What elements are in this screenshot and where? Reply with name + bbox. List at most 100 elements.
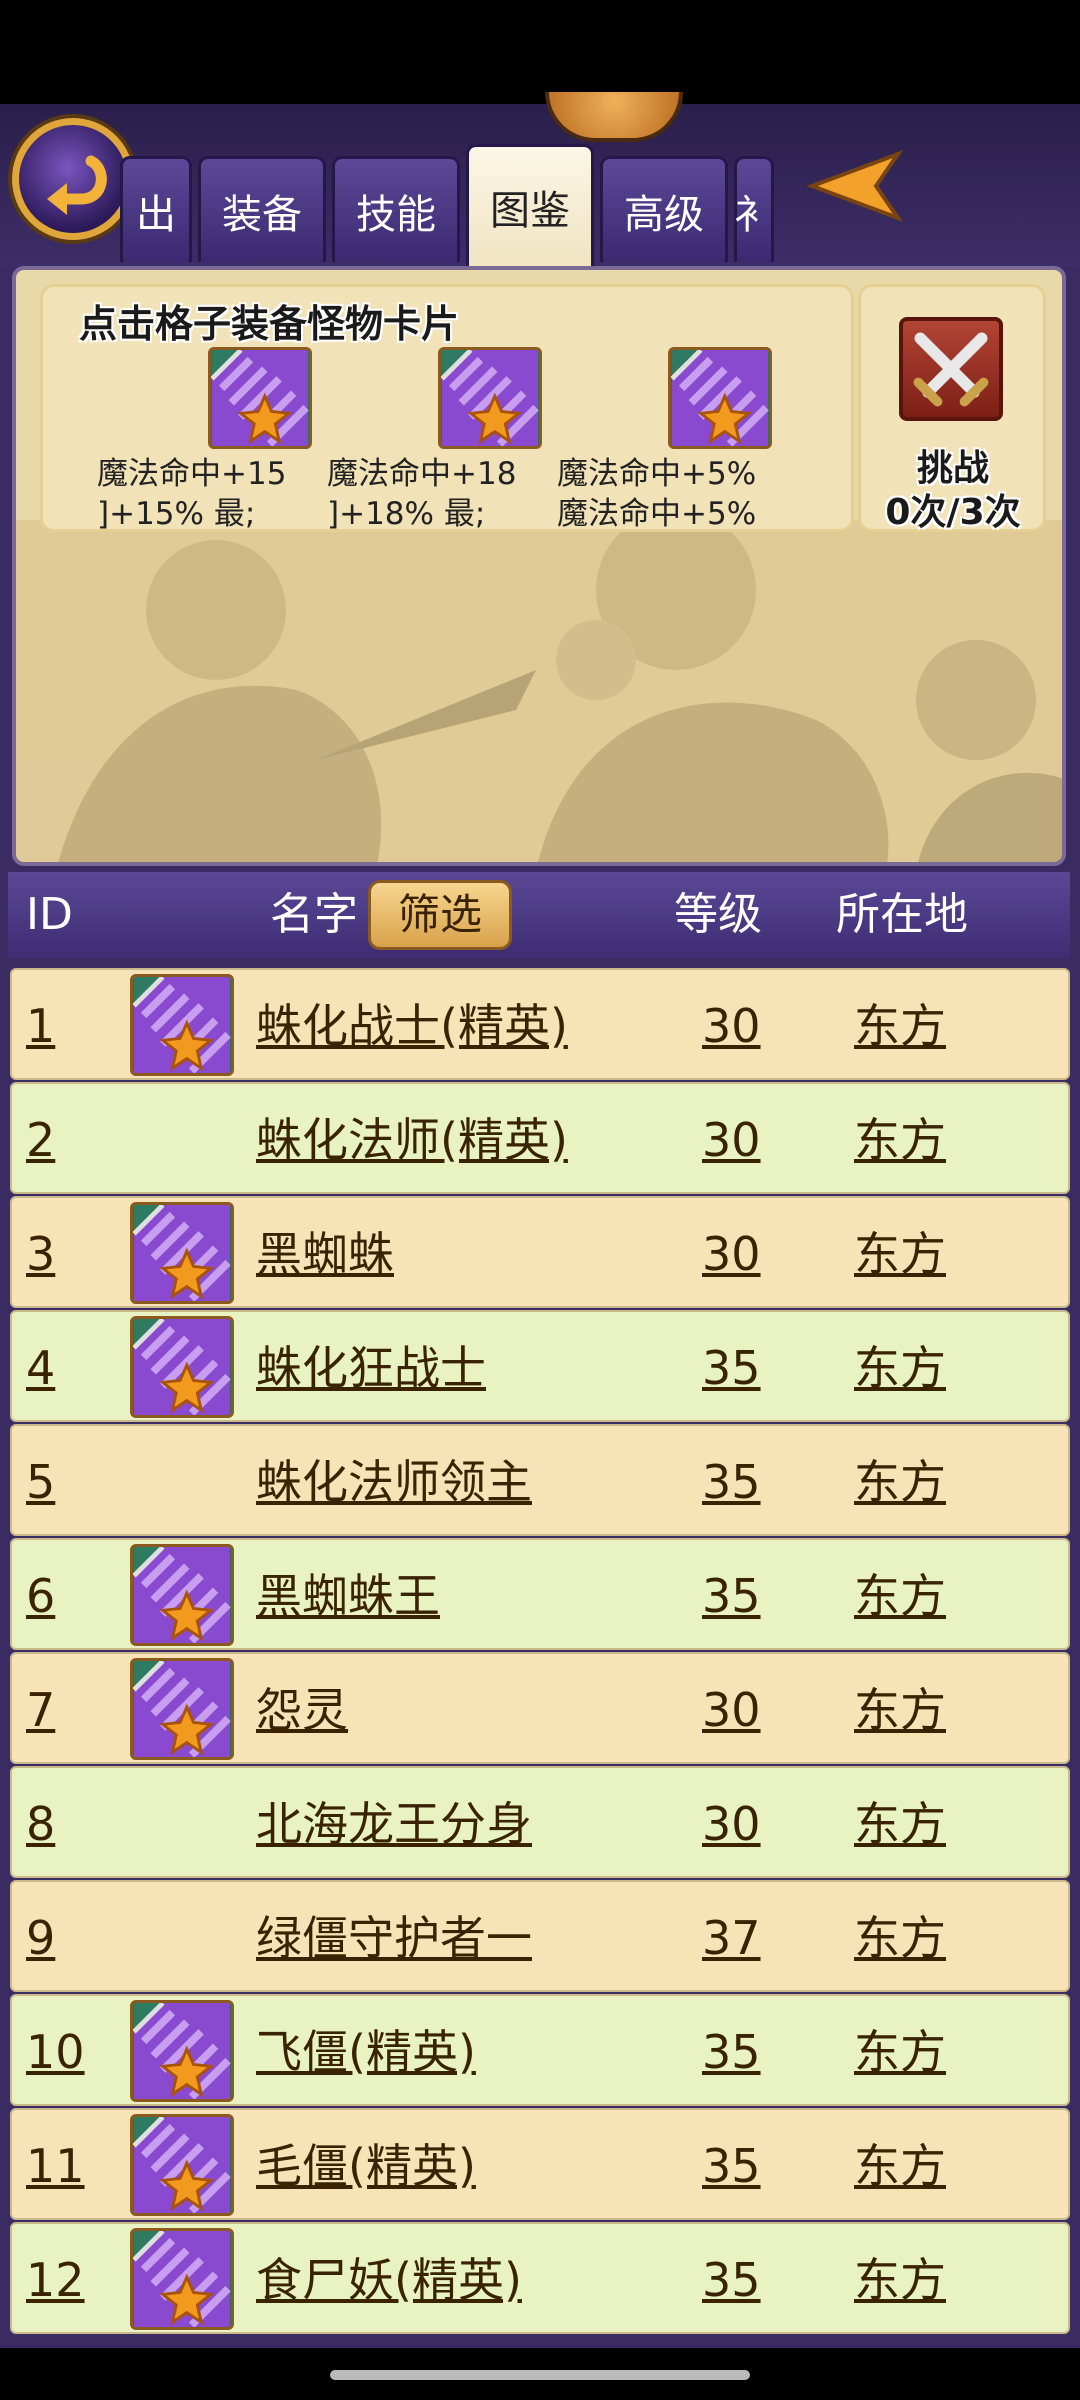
row-id[interactable]: 12 xyxy=(26,2224,85,2336)
row-name[interactable]: 蛛化战士(精英) xyxy=(256,970,568,1082)
monster-card-icon[interactable] xyxy=(130,1202,234,1304)
row-id[interactable]: 7 xyxy=(26,1654,55,1766)
table-row[interactable]: 12 食尸妖(精英) 35 东方 xyxy=(10,2222,1070,2334)
tab-1[interactable]: 装备 xyxy=(198,156,326,262)
row-name[interactable]: 食尸妖(精英) xyxy=(256,2224,522,2336)
row-id[interactable]: 3 xyxy=(26,1198,55,1310)
row-level[interactable]: 35 xyxy=(702,1312,761,1424)
row-level[interactable]: 35 xyxy=(702,2224,761,2336)
monster-card-icon xyxy=(438,347,542,449)
table-row[interactable]: 6 黑蜘蛛王 35 东方 xyxy=(10,1538,1070,1650)
monster-card-icon[interactable] xyxy=(130,974,234,1076)
row-level[interactable]: 30 xyxy=(702,1198,761,1310)
table-row[interactable]: 11 毛僵(精英) 35 东方 xyxy=(10,2108,1070,2220)
row-name[interactable]: 蛛化法师(精英) xyxy=(256,1084,568,1196)
header-id: ID xyxy=(26,889,73,940)
row-level[interactable]: 30 xyxy=(702,1768,761,1880)
row-name[interactable]: 蛛化法师领主 xyxy=(256,1426,532,1538)
row-location[interactable]: 东方 xyxy=(854,1768,946,1880)
row-name[interactable]: 绿僵守护者一 xyxy=(256,1882,532,1994)
row-location[interactable]: 东方 xyxy=(854,1084,946,1196)
row-id[interactable]: 4 xyxy=(26,1312,55,1424)
row-level[interactable]: 30 xyxy=(702,1654,761,1766)
challenge-count: 0次/3次 xyxy=(885,492,1021,533)
header-level: 等级 xyxy=(674,889,762,940)
row-location[interactable]: 东方 xyxy=(854,1882,946,1994)
arrow-left-icon[interactable] xyxy=(806,146,906,226)
monster-card-icon[interactable] xyxy=(130,1658,234,1760)
row-location[interactable]: 东方 xyxy=(854,1312,946,1424)
row-location[interactable]: 东方 xyxy=(854,1996,946,2108)
card-stat-line1: 魔法命中+5% xyxy=(557,456,757,492)
back-arrow-icon xyxy=(47,155,107,215)
row-id[interactable]: 1 xyxy=(26,970,55,1082)
table-header: ID 名字 筛选 等级 所在地 xyxy=(8,872,1070,958)
card-slots-box: 点击格子装备怪物卡片 魔法命中+15]+15% 最; 魔法命中+18]+18% 最… xyxy=(40,284,854,532)
tab-0[interactable]: 出 xyxy=(120,156,192,262)
tab-2[interactable]: 技能 xyxy=(332,156,460,262)
row-name[interactable]: 飞僵(精英) xyxy=(256,1996,476,2108)
monster-card-icon[interactable] xyxy=(130,1544,234,1646)
row-id[interactable]: 10 xyxy=(26,1996,85,2108)
table-row[interactable]: 5 蛛化法师领主 35 东方 xyxy=(10,1424,1070,1536)
table-row[interactable]: 9 绿僵守护者一 37 东方 xyxy=(10,1880,1070,1992)
row-level[interactable]: 35 xyxy=(702,2110,761,2222)
row-id[interactable]: 9 xyxy=(26,1882,55,1994)
row-name[interactable]: 北海龙王分身 xyxy=(256,1768,532,1880)
table-row[interactable]: 7 怨灵 30 东方 xyxy=(10,1652,1070,1764)
row-level[interactable]: 35 xyxy=(702,1426,761,1538)
card-hint-text: 点击格子装备怪物卡片 xyxy=(79,302,460,346)
monster-card-icon[interactable] xyxy=(130,2000,234,2102)
challenge-button[interactable]: 挑战 0次/3次 xyxy=(858,284,1046,533)
row-location[interactable]: 东方 xyxy=(854,2224,946,2336)
tab-5[interactable]: 衤 xyxy=(734,156,774,262)
row-location[interactable]: 东方 xyxy=(854,970,946,1082)
crossed-swords-icon xyxy=(899,317,1003,421)
tab-3[interactable]: 图鉴 xyxy=(466,144,594,266)
row-location[interactable]: 东方 xyxy=(854,1540,946,1652)
row-level[interactable]: 35 xyxy=(702,1996,761,2108)
row-name[interactable]: 蛛化狂战士 xyxy=(256,1312,486,1424)
card-slot[interactable]: 魔法命中+5% 魔法命中+5% xyxy=(557,347,797,547)
monster-card-icon[interactable] xyxy=(130,1316,234,1418)
row-level[interactable]: 30 xyxy=(702,970,761,1082)
row-name[interactable]: 黑蜘蛛 xyxy=(256,1198,394,1310)
table-row[interactable]: 2 蛛化法师(精英) 30 东方 xyxy=(10,1082,1070,1194)
card-stat-line2: ]+18% 最; xyxy=(327,496,486,532)
row-location[interactable]: 东方 xyxy=(854,1654,946,1766)
status-bar xyxy=(0,0,1080,104)
row-name[interactable]: 怨灵 xyxy=(256,1654,348,1766)
row-name[interactable]: 黑蜘蛛王 xyxy=(256,1540,440,1652)
monster-table: 1 蛛化战士(精英) 30 东方 2 蛛化法师(精英) 30 东方 3 黑蜘蛛 30 东方 4 蛛化狂战士… xyxy=(10,968,1070,2336)
row-id[interactable]: 11 xyxy=(26,2110,85,2222)
row-name[interactable]: 毛僵(精英) xyxy=(256,2110,476,2222)
row-location[interactable]: 东方 xyxy=(854,1426,946,1538)
table-row[interactable]: 3 黑蜘蛛 30 东方 xyxy=(10,1196,1070,1308)
row-location[interactable]: 东方 xyxy=(854,2110,946,2222)
background-artwork xyxy=(16,520,1062,862)
monster-card-icon[interactable] xyxy=(130,2114,234,2216)
card-slot[interactable]: 魔法命中+15 ]+15% 最; xyxy=(97,347,337,547)
row-level[interactable]: 30 xyxy=(702,1084,761,1196)
back-button[interactable] xyxy=(12,118,134,240)
table-row[interactable]: 4 蛛化狂战士 35 东方 xyxy=(10,1310,1070,1422)
table-row[interactable]: 10 飞僵(精英) 35 东方 xyxy=(10,1994,1070,2106)
table-row[interactable]: 8 北海龙王分身 30 东方 xyxy=(10,1766,1070,1878)
card-stat-line1: 魔法命中+15 xyxy=(97,456,287,492)
row-location[interactable]: 东方 xyxy=(854,1198,946,1310)
row-level[interactable]: 35 xyxy=(702,1540,761,1652)
monster-card-icon xyxy=(668,347,772,449)
table-row[interactable]: 1 蛛化战士(精英) 30 东方 xyxy=(10,968,1070,1080)
row-id[interactable]: 6 xyxy=(26,1540,55,1652)
row-id[interactable]: 5 xyxy=(26,1426,55,1538)
card-stat-line2: 魔法命中+5% xyxy=(557,496,757,532)
monster-card-icon[interactable] xyxy=(130,2228,234,2330)
home-indicator[interactable] xyxy=(330,2370,750,2380)
row-id[interactable]: 8 xyxy=(26,1768,55,1880)
tab-4[interactable]: 高级 xyxy=(600,156,728,262)
row-level[interactable]: 37 xyxy=(702,1882,761,1994)
row-id[interactable]: 2 xyxy=(26,1084,55,1196)
card-slot[interactable]: 魔法命中+18]+18% 最; xyxy=(327,347,567,547)
filter-button[interactable]: 筛选 xyxy=(368,880,512,950)
card-stat-line2: ]+15% 最; xyxy=(97,496,256,532)
